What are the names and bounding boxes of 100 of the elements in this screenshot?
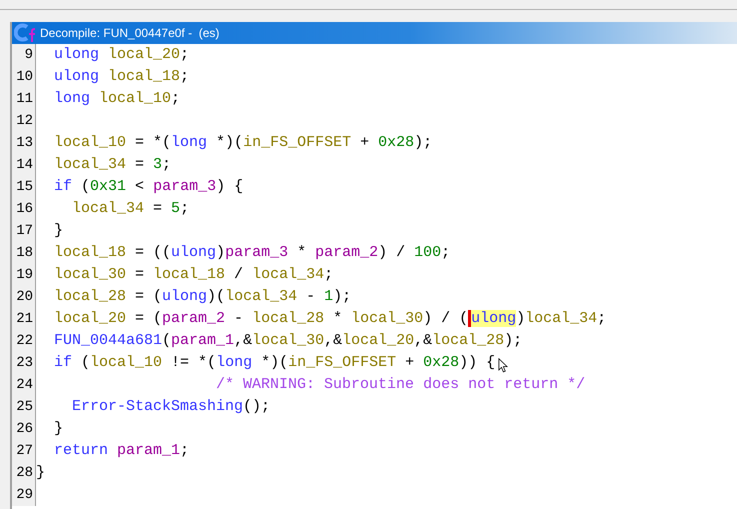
code-punctuation: ();: [243, 398, 270, 415]
variable-name: local_10: [53, 134, 126, 151]
line-number: 24: [12, 374, 36, 396]
code-punctuation: ) /: [378, 244, 406, 261]
code-punctuation: = (: [134, 288, 162, 305]
keyword: if: [53, 178, 72, 195]
variable-name: local_34: [71, 200, 144, 217]
code-punctuation: (: [162, 332, 172, 349]
type-keyword: ulong: [468, 310, 516, 327]
line-number: 14: [12, 154, 36, 176]
type-keyword: ulong: [53, 46, 100, 63]
line-number: 13: [12, 132, 36, 154]
parameter-name: param_2: [162, 310, 226, 327]
code-punctuation: +: [404, 354, 416, 371]
code-punctuation: ;: [180, 68, 190, 85]
code-punctuation: ;: [597, 310, 606, 327]
code-punctuation: );: [333, 288, 352, 305]
variable-name: local_30: [351, 310, 424, 327]
code-punctuation: );: [504, 332, 522, 349]
line-number: 25: [12, 396, 36, 418]
line-number: 23: [12, 352, 36, 374]
parameter-name: param_3: [225, 244, 288, 261]
line-number: 19: [12, 264, 36, 286]
code-punctuation: ;: [324, 266, 334, 283]
variable-name: in_FS_OFFSET: [288, 354, 396, 371]
code-punctuation: +: [359, 134, 370, 151]
variable-name: local_30: [252, 332, 324, 349]
code-punctuation: != *(: [170, 354, 216, 371]
number-literal: 5: [171, 200, 180, 217]
variable-name: local_20: [342, 332, 414, 349]
code-punctuation: <: [134, 178, 146, 195]
code-punctuation: /: [233, 266, 244, 283]
line-number: 22: [12, 330, 36, 352]
variable-name: local_20: [53, 310, 126, 327]
code-punctuation: ,&: [324, 332, 342, 349]
variable-name: local_34: [53, 156, 126, 173]
type-keyword: ulong: [171, 244, 216, 261]
code-punctuation: ,&: [234, 332, 252, 349]
code-punctuation: -: [305, 288, 316, 305]
line-number: 15: [12, 176, 36, 198]
number-literal: 100: [414, 244, 442, 261]
variable-name: local_18: [107, 68, 180, 85]
variable-name: local_34: [225, 288, 298, 305]
line-number: 29: [12, 484, 36, 506]
code-punctuation: (: [80, 354, 90, 371]
code-punctuation: ;: [180, 46, 190, 63]
code-punctuation: }: [53, 420, 64, 437]
line-number: 9: [12, 44, 36, 66]
line-number: 18: [12, 242, 36, 264]
code-punctuation: ,&: [414, 332, 432, 349]
line-number: 20: [12, 286, 36, 308]
line-number: 10: [12, 66, 36, 88]
parameter-name: param_2: [315, 244, 378, 261]
variable-name: local_18: [153, 266, 226, 283]
number-literal: 0x31: [90, 178, 126, 195]
code-punctuation: ;: [180, 442, 190, 459]
type-keyword: ulong: [162, 288, 208, 305]
line-number: 21: [12, 308, 36, 330]
parameter-name: param_1: [171, 332, 234, 349]
variable-name: in_FS_OFFSET: [243, 134, 352, 151]
code-punctuation: ;: [180, 200, 190, 217]
code-punctuation: ) / (: [423, 310, 468, 327]
code-punctuation: = *(: [134, 134, 172, 151]
code-punctuation: ): [516, 310, 526, 327]
type-keyword: ulong: [53, 68, 100, 85]
code-punctuation: *: [332, 310, 344, 327]
variable-name: local_10: [98, 90, 172, 107]
code-punctuation: }: [36, 464, 46, 481]
variable-name: local_18: [53, 244, 126, 261]
type-keyword: long: [171, 134, 208, 151]
code-punctuation: *: [296, 244, 308, 261]
code-punctuation: (: [80, 178, 90, 195]
variable-name: local_10: [90, 354, 162, 371]
line-number: 16: [12, 198, 36, 220]
variable-name: local_20: [107, 46, 180, 63]
line-number: 11: [12, 88, 36, 110]
line-number: 12: [12, 110, 36, 132]
code-punctuation: *)(: [260, 354, 288, 371]
keyword: if: [53, 354, 72, 371]
code-punctuation: ;: [441, 244, 450, 261]
code-punctuation: ) {: [216, 178, 244, 195]
line-number: 28: [12, 462, 36, 484]
number-literal: 0x28: [423, 354, 460, 371]
variable-name: local_28: [252, 310, 324, 327]
code-punctuation: =: [152, 200, 164, 217]
code-punctuation: ;: [171, 90, 180, 107]
code-punctuation: ;: [162, 156, 172, 173]
line-number: 17: [12, 220, 36, 242]
code-punctuation: =: [134, 266, 146, 283]
parameter-name: param_1: [116, 442, 180, 459]
type-keyword: long: [53, 90, 90, 107]
code-punctuation: );: [414, 134, 432, 151]
variable-name: local_34: [252, 266, 324, 283]
line-number: 26: [12, 418, 36, 440]
variable-name: local_34: [525, 310, 598, 327]
function-name: Error-StackSmashing: [71, 398, 244, 415]
number-literal: 3: [153, 156, 162, 173]
code-punctuation: )(: [207, 288, 226, 305]
code-punctuation: )) {: [459, 354, 496, 371]
type-keyword: long: [216, 354, 252, 371]
